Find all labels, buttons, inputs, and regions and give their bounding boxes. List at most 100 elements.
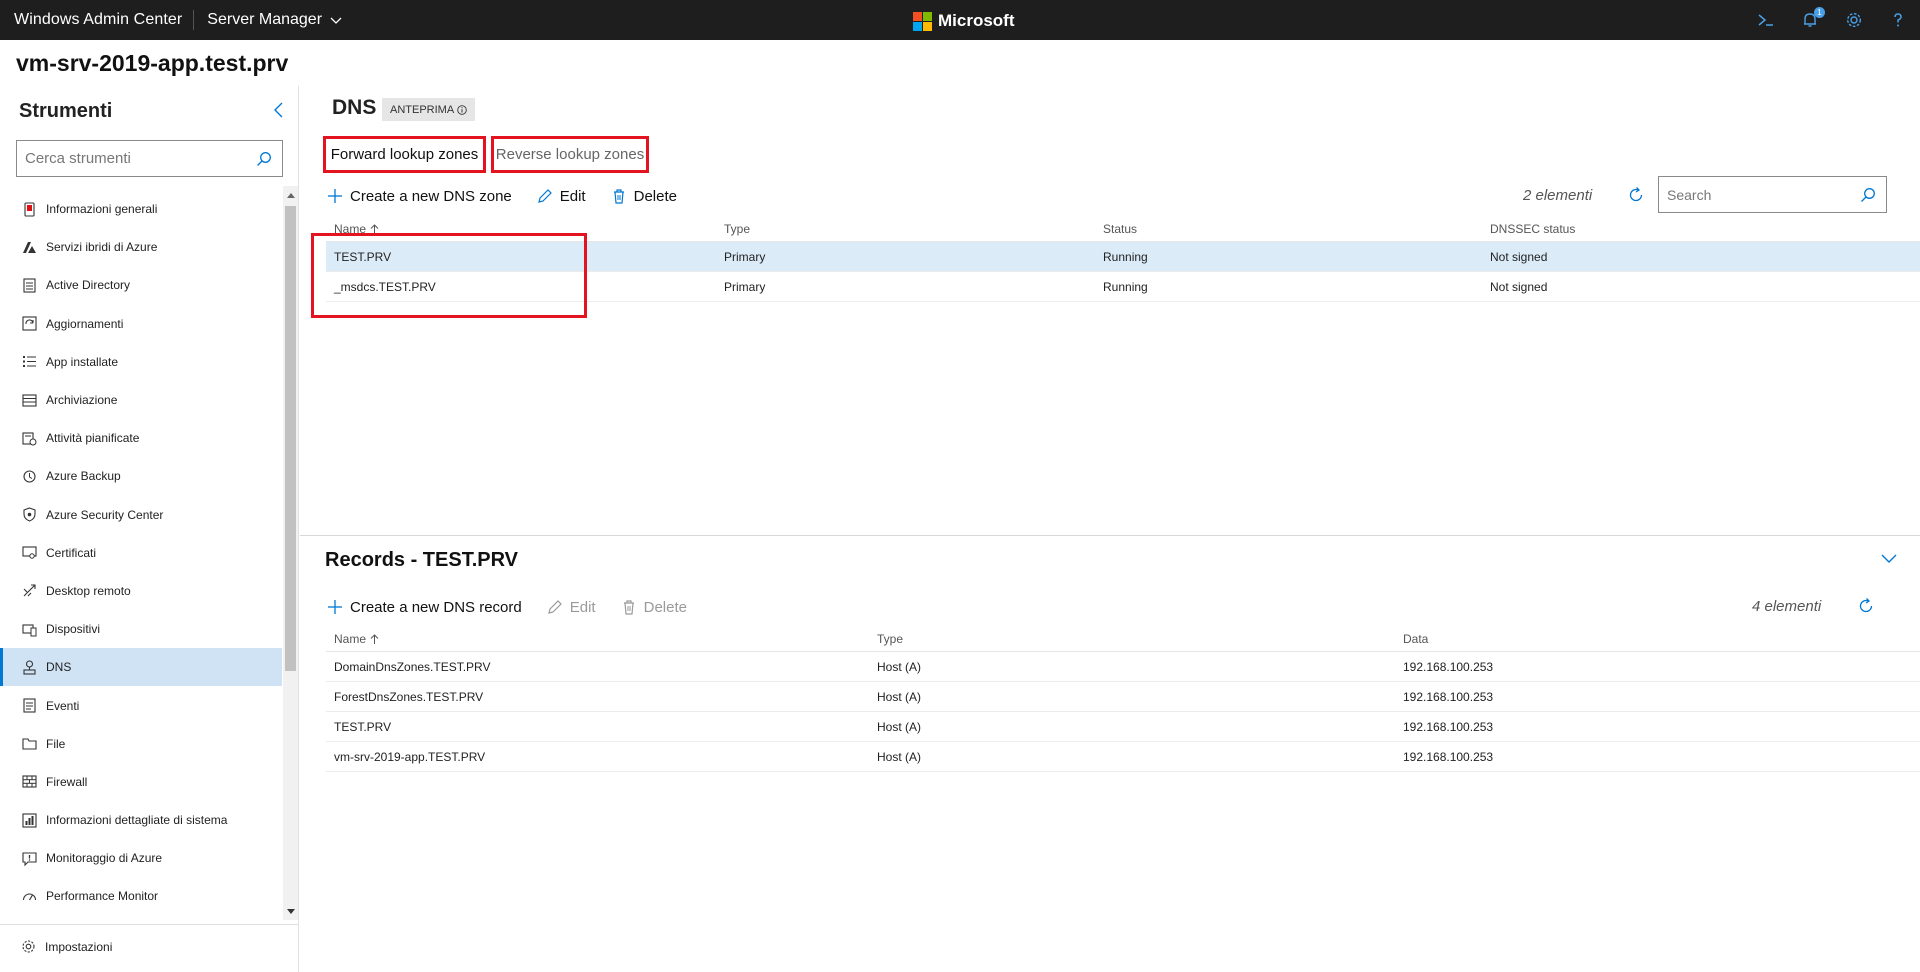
sidebar-item-overview[interactable]: Informazioni generali — [0, 190, 282, 228]
settings-button[interactable] — [1832, 0, 1876, 40]
column-header-name[interactable]: Name — [326, 632, 869, 646]
sidebar-item-firewall[interactable]: Firewall — [0, 763, 282, 801]
sidebar-item-dns[interactable]: DNS — [0, 648, 282, 687]
sidebar-item-remote-desktop[interactable]: Desktop remoto — [0, 572, 282, 610]
events-icon — [21, 698, 37, 714]
column-header-dnssec[interactable]: DNSSEC status — [1482, 222, 1920, 236]
sidebar-item-updates[interactable]: Aggiornamenti — [0, 305, 282, 343]
table-row[interactable]: _msdcs.TEST.PRV Primary Running Not sign… — [326, 272, 1920, 302]
delete-zone-button[interactable]: Delete — [611, 188, 677, 205]
scrollbar-thumb[interactable] — [285, 206, 296, 671]
search-icon[interactable] — [246, 151, 282, 167]
edit-record-button[interactable]: Edit — [547, 599, 596, 616]
scheduled-tasks-icon — [21, 430, 37, 446]
sidebar-item-label: Attività pianificate — [46, 431, 140, 446]
column-header-type[interactable]: Type — [869, 632, 1395, 646]
preview-badge-label: ANTEPRIMA — [390, 103, 455, 116]
column-header-status[interactable]: Status — [1095, 222, 1482, 236]
refresh-icon — [1859, 598, 1873, 613]
sidebar-item-azure-backup[interactable]: Azure Backup — [0, 457, 282, 495]
table-row[interactable]: TEST.PRV Primary Running Not signed — [326, 242, 1920, 272]
table-row[interactable]: vm-srv-2019-app.TEST.PRV Host (A) 192.16… — [326, 742, 1920, 772]
record-data-cell: 192.168.100.253 — [1403, 719, 1494, 734]
sidebar-item-settings[interactable]: Impostazioni — [21, 939, 112, 954]
edit-zone-button[interactable]: Edit — [537, 188, 586, 205]
tools-search-box — [16, 140, 283, 177]
sidebar-item-devices[interactable]: Dispositivi — [0, 610, 282, 648]
sidebar-item-label: Azure Security Center — [46, 507, 164, 522]
create-dns-zone-button[interactable]: Create a new DNS zone — [327, 188, 512, 205]
sidebar-item-label: Monitoraggio di Azure — [46, 851, 163, 866]
tools-search-input[interactable] — [17, 150, 246, 167]
sidebar-title: Strumenti — [19, 100, 113, 122]
record-type-cell: Host (A) — [877, 689, 922, 704]
sidebar-item-storage[interactable]: Archiviazione — [0, 381, 282, 419]
records-count: 4 elementi — [1752, 598, 1822, 615]
azure-icon — [21, 239, 37, 255]
topbar-divider — [193, 10, 195, 30]
table-row[interactable]: ForestDnsZones.TEST.PRV Host (A) 192.168… — [326, 682, 1920, 712]
sidebar-item-label: Azure Backup — [46, 469, 121, 484]
zones-table: Name Type Status DNSSEC status TEST.PRV … — [326, 216, 1920, 302]
zones-count: 2 elementi — [1523, 187, 1593, 204]
gear-icon — [22, 940, 35, 953]
sidebar-item-azure-security-center[interactable]: Azure Security Center — [0, 496, 282, 534]
records-collapse-button[interactable] — [1878, 548, 1900, 570]
column-header-name[interactable]: Name — [326, 222, 716, 236]
sidebar-item-active-directory[interactable]: Active Directory — [0, 266, 282, 304]
sidebar-item-installed-apps[interactable]: App installate — [0, 343, 282, 381]
sidebar-collapse-button[interactable] — [268, 98, 288, 122]
sidebar-scrollbar[interactable] — [283, 186, 298, 920]
microsoft-logo-icon — [913, 11, 932, 31]
chevron-left-icon — [274, 102, 283, 118]
dns-icon — [21, 659, 37, 675]
page-title: DNS — [332, 96, 377, 119]
help-button[interactable] — [1876, 0, 1920, 40]
record-type-cell: Host (A) — [877, 659, 922, 674]
records-refresh-button[interactable] — [1855, 595, 1877, 617]
sort-ascending-icon — [370, 632, 379, 646]
sidebar-item-label: App installate — [46, 354, 119, 369]
create-dns-zone-label: Create a new DNS zone — [350, 187, 512, 205]
delete-zone-label: Delete — [633, 187, 677, 205]
sidebar-item-events[interactable]: Eventi — [0, 686, 282, 724]
column-header-type[interactable]: Type — [716, 222, 1095, 236]
tab-forward-lookup-zones[interactable]: Forward lookup zones — [323, 136, 486, 173]
zones-search-input[interactable] — [1659, 186, 1850, 203]
sidebar-item-label: Aggiornamenti — [46, 316, 124, 331]
scroll-down-arrow-icon[interactable] — [286, 906, 295, 916]
search-icon[interactable] — [1850, 187, 1886, 203]
scroll-up-arrow-icon[interactable] — [286, 190, 295, 200]
delete-record-button[interactable]: Delete — [621, 599, 687, 616]
sidebar-item-system-insights[interactable]: Informazioni dettagliate di sistema — [0, 801, 282, 839]
sidebar-item-files[interactable]: File — [0, 725, 282, 763]
sidebar-item-label: Certificati — [46, 545, 97, 560]
sidebar-item-scheduled-tasks[interactable]: Attività pianificate — [0, 419, 282, 457]
powershell-icon — [1758, 14, 1773, 26]
create-dns-record-button[interactable]: Create a new DNS record — [327, 599, 522, 616]
zone-status-cell: Running — [1103, 279, 1148, 294]
table-row[interactable]: DomainDnsZones.TEST.PRV Host (A) 192.168… — [326, 652, 1920, 682]
zones-refresh-button[interactable] — [1625, 184, 1647, 206]
sidebar-item-azure-monitor[interactable]: Monitoraggio di Azure — [0, 839, 282, 877]
powershell-button[interactable] — [1744, 0, 1788, 40]
pane-splitter[interactable] — [300, 535, 1920, 536]
create-dns-record-label: Create a new DNS record — [350, 598, 522, 616]
app-brand[interactable]: Windows Admin Center — [0, 11, 182, 29]
system-insights-icon — [21, 812, 37, 828]
certificates-icon — [21, 545, 37, 561]
sidebar-item-label: Active Directory — [46, 278, 131, 293]
table-row[interactable]: TEST.PRV Host (A) 192.168.100.253 — [326, 712, 1920, 742]
chevron-down-icon — [1881, 554, 1897, 563]
info-icon[interactable] — [457, 104, 467, 115]
sidebar-item-certificates[interactable]: Certificati — [0, 534, 282, 572]
sidebar-item-performance-monitor[interactable]: Performance Monitor — [0, 877, 282, 915]
notifications-button[interactable]: 1 — [1788, 0, 1832, 40]
sidebar-item-label: Archiviazione — [46, 393, 118, 408]
column-header-data[interactable]: Data — [1395, 632, 1920, 646]
records-table: Name Type Data DomainDnsZones.TEST.PRV H… — [326, 626, 1920, 772]
server-manager-dropdown[interactable]: Server Manager — [207, 11, 342, 29]
edit-zone-label: Edit — [559, 187, 586, 205]
sidebar-item-azure-hybrid[interactable]: Servizi ibridi di Azure — [0, 228, 282, 266]
tab-reverse-lookup-zones[interactable]: Reverse lookup zones — [491, 136, 649, 173]
